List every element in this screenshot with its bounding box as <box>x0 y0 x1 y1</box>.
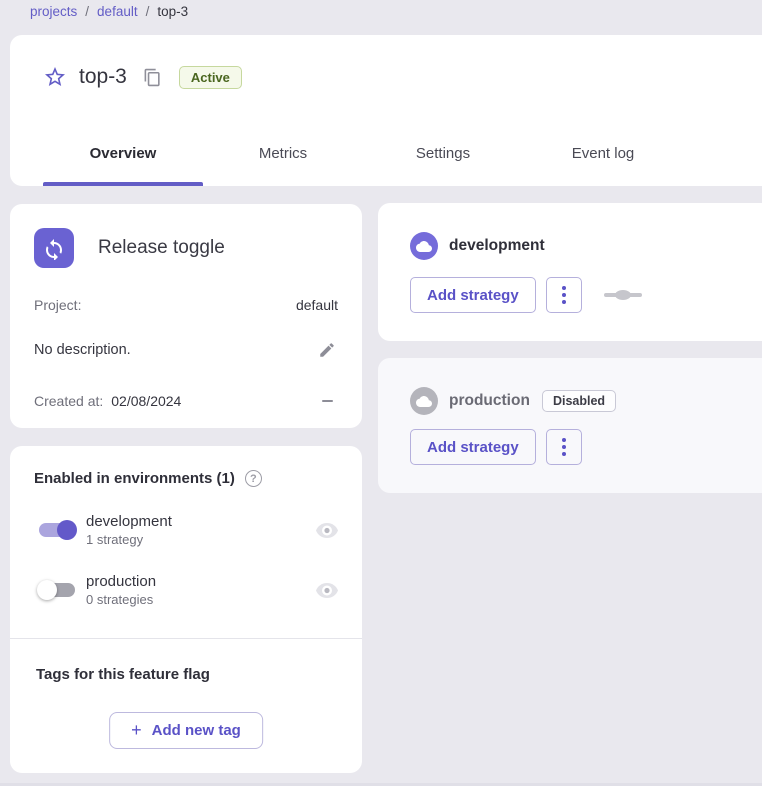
kebab-dot <box>562 300 566 304</box>
project-row: Project: default <box>34 297 338 313</box>
copy-icon <box>143 68 162 87</box>
cloud-environment-icon <box>410 232 438 260</box>
tags-section-title: Tags for this feature flag <box>36 666 210 683</box>
preview-development-button[interactable] <box>316 519 338 541</box>
environments-title-row: Enabled in environments (1) ? <box>34 470 338 487</box>
cloud-environment-icon <box>410 387 438 415</box>
feature-type-row: Release toggle <box>34 228 338 268</box>
tab-overview-label: Overview <box>90 145 157 162</box>
status-badge: Active <box>179 66 242 89</box>
kebab-dot <box>562 438 566 442</box>
development-panel-header: development <box>410 232 545 260</box>
environment-panel-name: development <box>449 237 545 255</box>
feature-title-row: top-3 Active <box>43 65 242 89</box>
production-panel-actions: Add strategy <box>410 429 582 465</box>
environments-title: Enabled in environments (1) <box>34 470 235 487</box>
card-divider <box>10 638 362 639</box>
pencil-icon <box>318 341 336 359</box>
star-outline-icon <box>43 65 67 89</box>
feature-tabs: Overview Metrics Settings Event log <box>43 120 683 186</box>
breadcrumb-link-projects[interactable]: projects <box>30 4 77 19</box>
tab-event-log-label: Event log <box>572 145 635 162</box>
environments-card: Enabled in environments (1) ? developmen… <box>10 446 362 773</box>
development-toggle[interactable] <box>34 517 80 543</box>
toggle-thumb <box>57 520 77 540</box>
feature-flag-overview-page: projects / default / top-3 top-3 Active … <box>0 0 762 786</box>
environment-strategy-count: 1 strategy <box>86 532 316 547</box>
project-label: Project: <box>34 297 81 313</box>
tab-settings-label: Settings <box>416 145 470 162</box>
copy-name-icon[interactable] <box>143 67 163 87</box>
collapse-card-button[interactable] <box>316 390 338 412</box>
created-row: Created at: 02/08/2024 <box>34 390 338 412</box>
feature-type-label: Release toggle <box>98 237 225 259</box>
help-icon[interactable]: ? <box>245 470 262 487</box>
development-panel-actions: Add strategy <box>410 277 642 313</box>
disabled-badge: Disabled <box>542 390 616 412</box>
environment-switch-placeholder-icon <box>604 290 642 300</box>
production-environment-panel: production Disabled Add strategy <box>378 358 762 493</box>
environment-row-development: development 1 strategy <box>34 513 338 547</box>
toggle-thumb <box>37 580 57 600</box>
sync-arrows-icon <box>42 236 66 260</box>
kebab-dot <box>562 452 566 456</box>
active-tab-indicator <box>43 182 203 186</box>
favorite-star-icon[interactable] <box>43 65 67 89</box>
environment-name: development <box>86 513 316 530</box>
add-strategy-button-development[interactable]: Add strategy <box>410 277 536 313</box>
plus-icon: + <box>131 720 142 741</box>
breadcrumb: projects / default / top-3 <box>30 4 188 19</box>
add-strategy-label: Add strategy <box>427 287 519 304</box>
more-actions-button-production[interactable] <box>546 429 582 465</box>
created-value: 02/08/2024 <box>111 393 181 409</box>
preview-production-button[interactable] <box>316 579 338 601</box>
placeholder-bump <box>615 290 631 300</box>
environment-panel-name: production <box>449 392 530 410</box>
kebab-dot <box>562 293 566 297</box>
tab-event-log[interactable]: Event log <box>523 120 683 186</box>
breadcrumb-link-default[interactable]: default <box>97 4 138 19</box>
add-new-tag-button[interactable]: + Add new tag <box>109 712 263 749</box>
minus-icon <box>322 400 333 402</box>
cloud-icon <box>416 241 432 252</box>
tab-overview[interactable]: Overview <box>43 120 203 186</box>
created-at: Created at: 02/08/2024 <box>34 393 181 409</box>
created-label: Created at: <box>34 393 103 409</box>
environment-row-production: production 0 strategies <box>34 573 338 607</box>
environment-info: development 1 strategy <box>86 513 316 547</box>
development-environment-panel: development Add strategy <box>378 203 762 341</box>
add-strategy-button-production[interactable]: Add strategy <box>410 429 536 465</box>
tab-settings[interactable]: Settings <box>363 120 523 186</box>
breadcrumb-separator: / <box>146 4 150 19</box>
more-actions-button-development[interactable] <box>546 277 582 313</box>
eye-icon <box>316 583 338 598</box>
environment-name: production <box>86 573 316 590</box>
kebab-dot <box>562 445 566 449</box>
release-toggle-icon <box>34 228 74 268</box>
feature-header-card: top-3 Active Overview Metrics Settings E… <box>10 35 762 186</box>
breadcrumb-current: top-3 <box>157 4 188 19</box>
tab-metrics-label: Metrics <box>259 145 307 162</box>
project-value: default <box>296 297 338 313</box>
add-new-tag-label: Add new tag <box>152 722 241 739</box>
breadcrumb-separator: / <box>85 4 89 19</box>
tab-metrics[interactable]: Metrics <box>203 120 363 186</box>
feature-details-card: Release toggle Project: default No descr… <box>10 204 362 428</box>
kebab-dot <box>562 286 566 290</box>
edit-description-button[interactable] <box>316 339 338 361</box>
production-toggle[interactable] <box>34 577 80 603</box>
add-strategy-label: Add strategy <box>427 439 519 456</box>
environment-strategy-count: 0 strategies <box>86 592 316 607</box>
description-row: No description. <box>34 339 338 361</box>
environment-info: production 0 strategies <box>86 573 316 607</box>
cloud-icon <box>416 396 432 407</box>
page-title: top-3 <box>79 65 127 89</box>
eye-icon <box>316 523 338 538</box>
production-panel-header: production Disabled <box>410 387 616 415</box>
description-text: No description. <box>34 342 131 358</box>
